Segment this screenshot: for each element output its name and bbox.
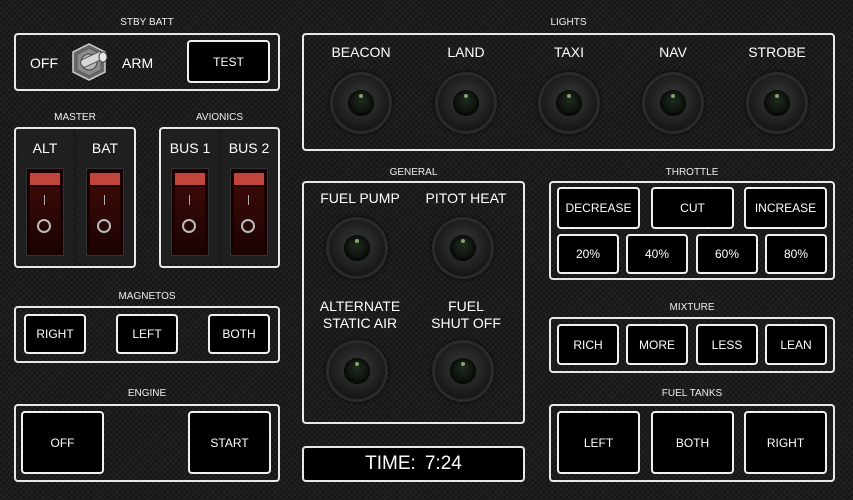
throttle-title: THROTTLE [665, 167, 719, 178]
lights-nav-label: NAV [659, 44, 687, 60]
fuel-shutoff-label-line1: FUEL [448, 298, 484, 314]
engine-start-button[interactable]: START [188, 411, 271, 474]
alternate-static-air-label-line2: STATIC AIR [322, 315, 398, 331]
land-light-knob[interactable] [435, 72, 497, 134]
stby-batt-test-button[interactable]: TEST [187, 40, 270, 83]
throttle-decrease-button[interactable]: DECREASE [557, 187, 640, 229]
mixture-title: MIXTURE [669, 302, 715, 313]
master-bat-rocker-switch[interactable] [86, 168, 124, 256]
taxi-light-knob[interactable] [538, 72, 600, 134]
lights-strobe-label: STROBE [748, 44, 806, 60]
mixture-rich-button[interactable]: RICH [557, 324, 619, 365]
throttle-increase-button[interactable]: INCREASE [744, 187, 827, 229]
toggle-switch-icon [72, 43, 108, 81]
lights-title: LIGHTS [550, 17, 587, 28]
avionics-bus1-label: BUS 1 [169, 140, 211, 156]
alternate-static-air-knob[interactable] [326, 340, 388, 402]
throttle-40-button[interactable]: 40% [626, 234, 688, 274]
alternate-static-air-label-line1: ALTERNATE [319, 298, 401, 314]
time-display: TIME: 7:24 [302, 446, 525, 482]
pitot-heat-label: PITOT HEAT [425, 190, 507, 206]
fuel-tanks-title: FUEL TANKS [661, 388, 723, 399]
fuel-pump-knob[interactable] [326, 217, 388, 279]
master-alt-label: ALT [32, 140, 58, 156]
magnetos-right-button[interactable]: RIGHT [24, 314, 86, 354]
magnetos-both-button[interactable]: BOTH [208, 314, 270, 354]
lights-taxi-label: TAXI [553, 44, 585, 60]
stby-batt-toggle-switch[interactable] [68, 42, 110, 82]
time-value: 7:24 [424, 453, 462, 474]
engine-title: ENGINE [127, 388, 167, 399]
stby-batt-off-label: OFF [30, 55, 58, 71]
fuel-shutoff-label-line2: SHUT OFF [431, 315, 501, 331]
throttle-60-button[interactable]: 60% [696, 234, 758, 274]
fuel-tank-right-button[interactable]: RIGHT [744, 411, 827, 474]
fuel-pump-label: FUEL PUMP [320, 190, 400, 206]
throttle-20-button[interactable]: 20% [557, 234, 619, 274]
stby-batt-title: STBY BATT [120, 17, 174, 28]
fuel-tank-left-button[interactable]: LEFT [557, 411, 640, 474]
avionics-title: AVIONICS [195, 112, 244, 123]
magnetos-left-button[interactable]: LEFT [116, 314, 178, 354]
avionics-bus2-rocker-switch[interactable] [230, 168, 268, 256]
master-alt-rocker-switch[interactable] [26, 168, 64, 256]
avionics-bus1-rocker-switch[interactable] [171, 168, 209, 256]
beacon-light-knob[interactable] [330, 72, 392, 134]
stby-batt-arm-label: ARM [122, 55, 154, 71]
engine-off-button[interactable]: OFF [21, 411, 104, 474]
fuel-shutoff-knob[interactable] [432, 340, 494, 402]
avionics-bus2-label: BUS 2 [228, 140, 270, 156]
mixture-less-button[interactable]: LESS [696, 324, 758, 365]
lights-land-label: LAND [447, 44, 485, 60]
master-title: MASTER [54, 112, 96, 123]
throttle-cut-button[interactable]: CUT [651, 187, 734, 229]
master-bat-label: BAT [91, 140, 119, 156]
time-label: TIME: [365, 453, 416, 474]
lights-beacon-label: BEACON [331, 44, 391, 60]
throttle-80-button[interactable]: 80% [765, 234, 827, 274]
general-title: GENERAL [389, 167, 438, 178]
magnetos-title: MAGNETOS [118, 291, 176, 302]
pitot-heat-knob[interactable] [432, 217, 494, 279]
fuel-tank-both-button[interactable]: BOTH [651, 411, 734, 474]
mixture-more-button[interactable]: MORE [626, 324, 688, 365]
mixture-lean-button[interactable]: LEAN [765, 324, 827, 365]
nav-light-knob[interactable] [642, 72, 704, 134]
strobe-light-knob[interactable] [746, 72, 808, 134]
